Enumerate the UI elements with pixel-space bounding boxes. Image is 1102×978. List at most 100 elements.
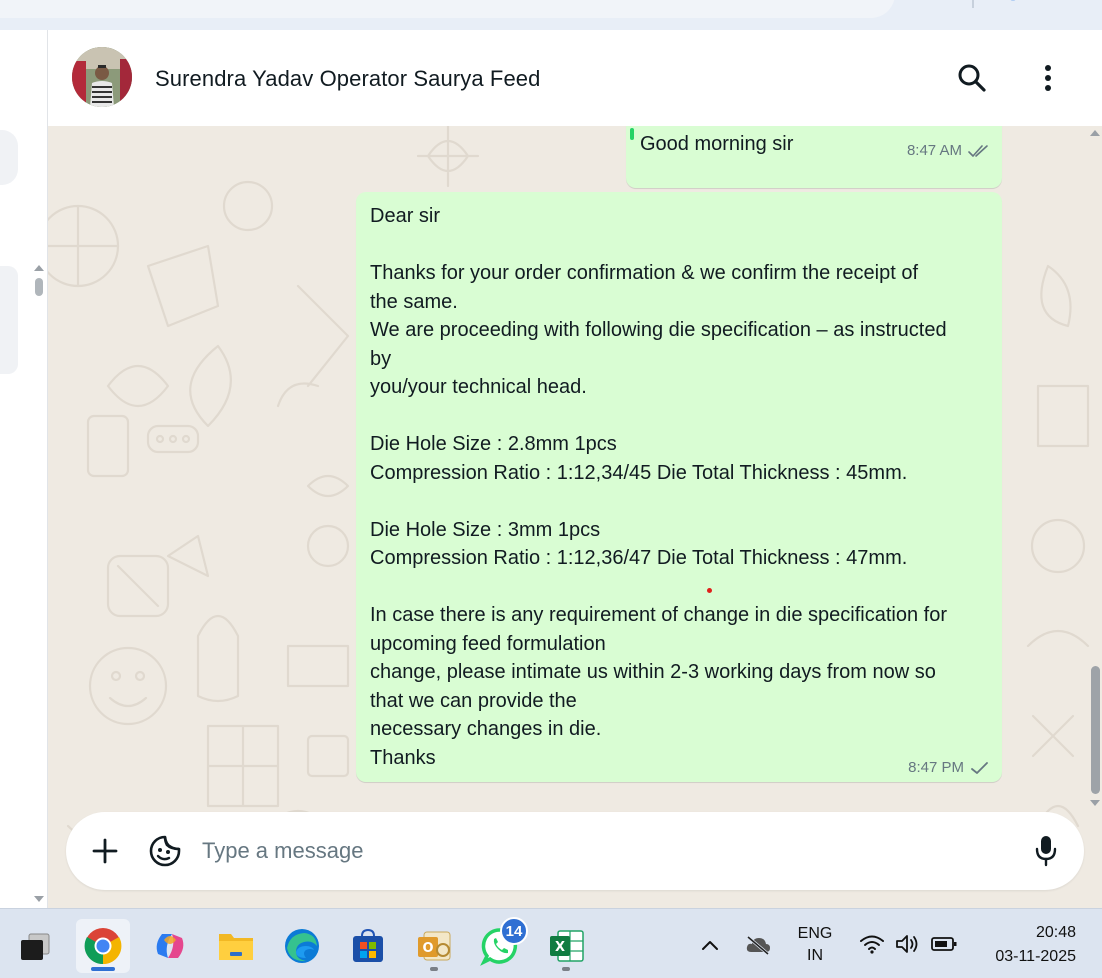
search-icon	[958, 64, 986, 92]
folder-icon	[219, 934, 253, 960]
chevron-up-icon	[702, 941, 718, 950]
bookmark-star-icon[interactable]	[850, 0, 868, 6]
kebab-menu-icon	[1045, 65, 1051, 91]
edge-icon	[285, 929, 319, 963]
scroll-up-arrow[interactable]	[34, 265, 44, 271]
message-bubble-outgoing[interactable]: Good morning sir 8:47 AM	[626, 126, 1002, 188]
message-line: Compression Ratio : 1:12,36/47 Die Total…	[370, 547, 908, 569]
message-line	[370, 487, 994, 516]
onedrive-button[interactable]	[744, 931, 772, 959]
message-line: upcoming feed formulation	[370, 632, 606, 655]
sticker-icon	[149, 835, 181, 867]
message-text: Dear sir Thanks for your order confirmat…	[370, 202, 994, 772]
message-pane[interactable]: Good morning sir 8:47 AM Dear sir Thanks…	[48, 126, 1102, 908]
message-scrollbar[interactable]	[1091, 666, 1100, 794]
task-view-button[interactable]	[8, 919, 62, 973]
search-button[interactable]	[952, 58, 992, 98]
single-check-icon	[971, 761, 988, 774]
message-line: you/your technical head.	[370, 376, 587, 398]
taskbar-edge[interactable]	[275, 919, 329, 973]
message-line: Thanks for your order confirmation & we …	[370, 262, 919, 284]
running-indicator	[562, 967, 570, 971]
avatar[interactable]	[72, 47, 132, 107]
browser-toolbar	[0, 0, 1102, 30]
chrome-icon	[84, 928, 122, 965]
message-meta: 8:47 AM	[907, 142, 990, 159]
quoted-message-bar	[630, 128, 634, 140]
message-line	[370, 402, 994, 431]
outlook-icon: O	[418, 931, 451, 961]
network-button[interactable]	[858, 931, 886, 957]
browser-menu-icon[interactable]	[1064, 0, 1082, 6]
clock-time: 20:48	[1035, 924, 1076, 941]
excel-icon: X	[550, 930, 584, 962]
message-text: Good morning sir	[640, 133, 794, 155]
clock-date: 03-11-2025	[995, 948, 1076, 965]
message-meta: 8:47 PM	[908, 759, 990, 776]
message-line: Thanks	[370, 746, 436, 769]
taskbar-microsoft-store[interactable]	[341, 919, 395, 973]
menu-button[interactable]	[1028, 58, 1068, 98]
message-line: We are proceeding with following die spe…	[370, 319, 947, 341]
language-indicator[interactable]: ENG IN	[790, 923, 840, 967]
chat-list-item[interactable]	[0, 130, 18, 185]
message-line: Die Hole Size : 3mm 1pcs	[370, 518, 601, 541]
chat-list-item[interactable]	[0, 266, 18, 374]
chat-list-scrollbar[interactable]	[35, 278, 43, 296]
battery-button[interactable]	[928, 931, 960, 957]
svg-text:X: X	[555, 940, 565, 955]
speaker-icon	[896, 935, 918, 953]
message-line: Dear sir	[370, 205, 441, 227]
contact-photo	[72, 47, 132, 107]
svg-text:O: O	[422, 941, 433, 956]
message-time: 8:47 PM	[908, 759, 964, 776]
taskbar-file-explorer[interactable]	[209, 919, 263, 973]
volume-button[interactable]	[894, 931, 922, 957]
scroll-down-arrow[interactable]	[1090, 800, 1100, 806]
contact-name[interactable]: Surendra Yadav Operator Saurya Feed	[155, 66, 540, 92]
taskbar-chrome[interactable]	[76, 919, 130, 973]
battery-icon	[931, 937, 957, 951]
unread-count-badge: 14	[500, 917, 528, 945]
running-indicator	[430, 967, 438, 971]
message-line: that we can provide the	[370, 689, 577, 712]
message-line: by	[370, 347, 392, 370]
task-view-icon	[21, 933, 50, 960]
message-line	[370, 573, 994, 602]
wifi-icon	[860, 935, 884, 954]
cloud-off-icon	[746, 935, 770, 955]
attach-button[interactable]	[83, 829, 127, 873]
message-line: the same.	[370, 290, 458, 313]
scroll-up-arrow[interactable]	[1090, 130, 1100, 136]
message-line: Compression Ratio : 1:12,34/45 Die Total…	[370, 461, 908, 484]
message-composer	[66, 812, 1084, 890]
extensions-icon[interactable]	[926, 0, 944, 6]
chat-list-panel-edge	[0, 30, 48, 908]
message-line	[370, 231, 994, 260]
toolbar-separator	[972, 0, 974, 8]
copilot-icon	[156, 934, 184, 958]
region-code: IN	[807, 947, 823, 964]
scroll-down-arrow[interactable]	[34, 896, 44, 902]
cursor-dot	[707, 588, 712, 593]
cast-icon[interactable]	[800, 0, 818, 6]
sticker-button[interactable]	[143, 829, 187, 873]
profile-icon[interactable]	[1004, 0, 1022, 6]
taskbar-outlook[interactable]: O	[407, 919, 461, 973]
taskbar-copilot[interactable]	[143, 919, 197, 973]
store-icon	[353, 928, 383, 962]
chat-header[interactable]: Surendra Yadav Operator Saurya Feed	[48, 30, 1102, 126]
plus-icon	[92, 838, 118, 864]
message-line: necessary changes in die.	[370, 718, 602, 740]
clock[interactable]: 20:48 03-11-2025	[970, 921, 1076, 969]
show-hidden-icons-button[interactable]	[698, 933, 722, 957]
double-check-icon	[968, 144, 988, 157]
microphone-icon	[1035, 836, 1057, 867]
message-bubble-outgoing[interactable]: Dear sir Thanks for your order confirmat…	[356, 192, 1002, 782]
message-line: Die Hole Size : 2.8mm 1pcs	[370, 433, 617, 455]
taskbar-excel[interactable]: X	[539, 919, 593, 973]
address-bar[interactable]	[0, 0, 895, 18]
message-time: 8:47 AM	[906, 142, 962, 159]
message-input[interactable]	[202, 834, 1002, 868]
voice-message-button[interactable]	[1024, 829, 1068, 873]
